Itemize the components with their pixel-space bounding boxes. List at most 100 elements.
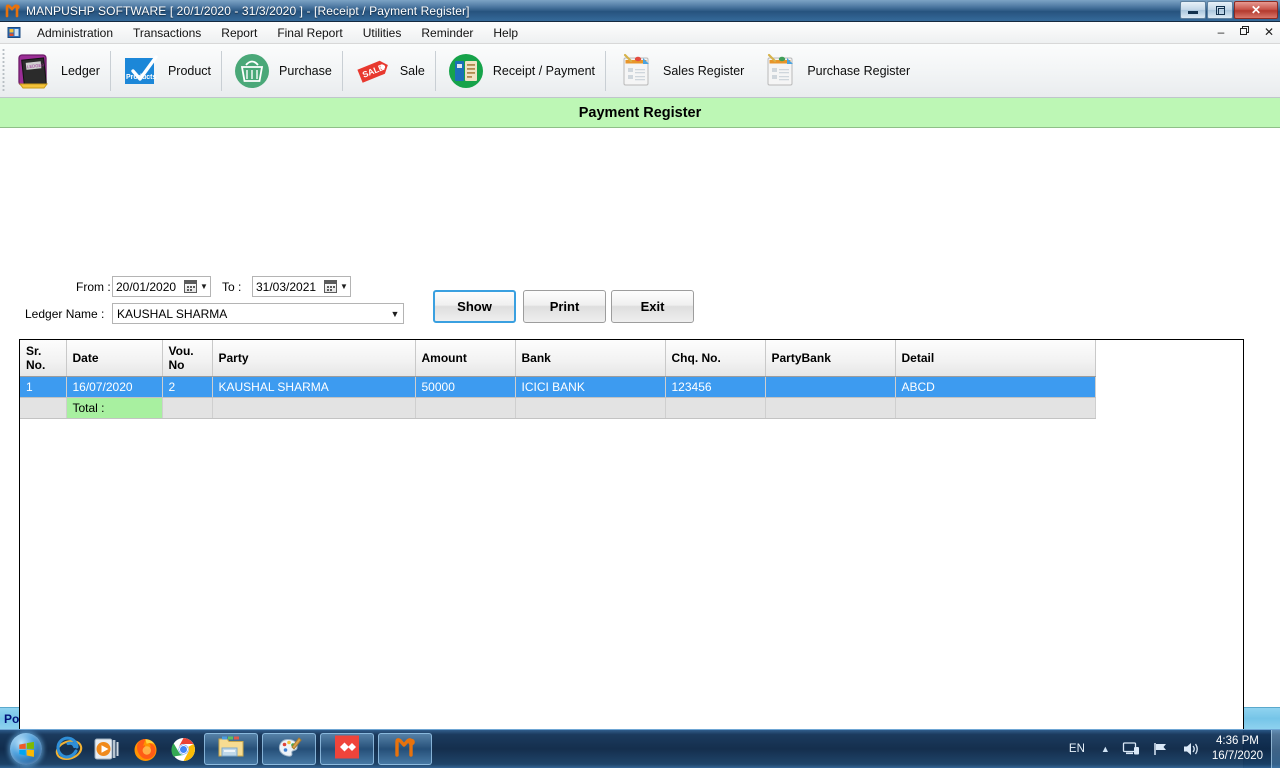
total-cell-party bbox=[212, 397, 416, 419]
toolbar-purchase[interactable]: Purchase bbox=[224, 47, 340, 95]
ledger-name-combobox[interactable]: KAUSHAL SHARMA ▼ bbox=[112, 303, 404, 324]
restore-button[interactable] bbox=[1207, 1, 1233, 19]
from-label: From : bbox=[76, 280, 111, 294]
toolbar-receipt-payment[interactable]: Receipt / Payment bbox=[438, 47, 603, 95]
action-center-flag-icon[interactable] bbox=[1152, 740, 1170, 758]
window-title: MANPUSHP SOFTWARE [ 20/1/2020 - 31/3/202… bbox=[26, 3, 470, 18]
clock-time: 4:36 PM bbox=[1216, 735, 1259, 747]
col-detail[interactable]: Detail bbox=[895, 340, 1096, 377]
chevron-down-icon[interactable]: ▼ bbox=[198, 282, 210, 291]
menu-help[interactable]: Help bbox=[483, 23, 528, 43]
cell-amount: 50000 bbox=[415, 376, 516, 398]
toolbar-separator bbox=[605, 50, 607, 91]
system-tray: EN ▲ 4:36 PM 16/7/2020 bbox=[1063, 729, 1280, 768]
show-button[interactable]: Show bbox=[433, 290, 516, 323]
paint-icon bbox=[276, 735, 302, 764]
from-date-picker[interactable]: 20/01/2020 ▼ bbox=[112, 276, 211, 297]
cell-bank: ICICI BANK bbox=[515, 376, 666, 398]
paint-window-button[interactable] bbox=[262, 733, 316, 765]
minimize-button[interactable] bbox=[1180, 1, 1206, 19]
mdi-child-controls: – ✕ bbox=[1214, 24, 1276, 40]
page-title: Payment Register bbox=[578, 104, 702, 121]
internet-explorer-icon[interactable] bbox=[53, 732, 85, 766]
menu-transactions[interactable]: Transactions bbox=[123, 23, 211, 43]
exit-button[interactable]: Exit bbox=[611, 290, 694, 323]
col-date[interactable]: Date bbox=[66, 340, 163, 377]
application-window: MANPUSHP SOFTWARE [ 20/1/2020 - 31/3/202… bbox=[0, 0, 1280, 768]
from-date-value: 20/01/2020 bbox=[116, 279, 177, 294]
manpushp-logo-icon bbox=[5, 3, 21, 19]
application-icon bbox=[7, 26, 21, 40]
col-sr-no[interactable]: Sr. No. bbox=[20, 340, 67, 377]
toolbar-separator bbox=[109, 50, 111, 91]
toolbar-sale[interactable]: SALE Sale bbox=[345, 47, 433, 95]
toolbar-ledger[interactable]: LEDGER Ledger bbox=[6, 47, 108, 95]
windows-taskbar: EN ▲ 4:36 PM 16/7/2020 bbox=[0, 729, 1280, 768]
anydesk-window-button[interactable] bbox=[320, 733, 374, 765]
google-chrome-icon[interactable] bbox=[167, 732, 199, 766]
clock[interactable]: 4:36 PM 16/7/2020 bbox=[1212, 734, 1263, 764]
total-cell-vou-no bbox=[162, 397, 213, 419]
table-header-row: Sr. No. Date Vou. No Party Amount Bank Chq… bbox=[20, 340, 1096, 377]
start-orb-icon bbox=[10, 733, 42, 765]
purchase-basket-icon bbox=[232, 51, 272, 91]
table-row[interactable]: 1 16/07/2020 2 KAUSHAL SHARMA 50000 ICIC… bbox=[20, 376, 1096, 398]
toolbar-product[interactable]: Products Product bbox=[113, 47, 219, 95]
col-amount[interactable]: Amount bbox=[415, 340, 516, 377]
start-button[interactable] bbox=[2, 731, 50, 767]
show-desktop-button[interactable] bbox=[1271, 729, 1280, 768]
col-chq-no[interactable]: Chq. No. bbox=[665, 340, 766, 377]
calendar-icon bbox=[184, 280, 197, 293]
menu-bar: Administration Transactions Report Final… bbox=[0, 22, 1280, 44]
mdi-restore-button[interactable] bbox=[1238, 24, 1252, 40]
volume-icon[interactable] bbox=[1182, 740, 1200, 758]
col-bank[interactable]: Bank bbox=[515, 340, 666, 377]
close-button[interactable]: ✕ bbox=[1234, 1, 1278, 19]
to-date-picker[interactable]: 31/03/2021 ▼ bbox=[252, 276, 351, 297]
language-indicator[interactable]: EN bbox=[1069, 743, 1085, 755]
chevron-down-icon[interactable]: ▼ bbox=[338, 282, 350, 291]
toolbar-separator bbox=[434, 50, 436, 91]
cell-vou-no: 2 bbox=[162, 376, 213, 398]
cell-date: 16/07/2020 bbox=[66, 376, 163, 398]
toolbar: LEDGER Ledger Products Product Purchase … bbox=[0, 44, 1280, 98]
manpushp-software-icon bbox=[392, 735, 418, 764]
firefox-icon[interactable] bbox=[129, 732, 161, 766]
toolbar-ledger-label: Ledger bbox=[61, 63, 100, 78]
menu-final-report[interactable]: Final Report bbox=[267, 23, 352, 43]
windows-media-player-icon[interactable] bbox=[91, 732, 123, 766]
manpushp-software-window-button[interactable] bbox=[378, 733, 432, 765]
file-explorer-window-button[interactable] bbox=[204, 733, 258, 765]
show-hidden-icons-arrow[interactable]: ▲ bbox=[1101, 744, 1110, 754]
cell-sr-no: 1 bbox=[20, 376, 67, 398]
window-controls: ✕ bbox=[1179, 1, 1278, 19]
ledger-name-value: KAUSHAL SHARMA bbox=[117, 306, 228, 321]
to-date-value: 31/03/2021 bbox=[256, 279, 317, 294]
chevron-down-icon[interactable]: ▼ bbox=[387, 309, 403, 319]
print-button[interactable]: Print bbox=[523, 290, 606, 323]
mdi-minimize-button[interactable]: – bbox=[1214, 24, 1228, 40]
cell-detail: ABCD bbox=[895, 376, 1096, 398]
menu-utilities[interactable]: Utilities bbox=[353, 23, 412, 43]
toolbar-purchase-register-label: Purchase Register bbox=[807, 63, 911, 78]
network-icon[interactable] bbox=[1122, 740, 1140, 758]
menu-reminder[interactable]: Reminder bbox=[411, 23, 483, 43]
mdi-close-button[interactable]: ✕ bbox=[1262, 24, 1276, 40]
col-party[interactable]: Party bbox=[212, 340, 416, 377]
total-label: Total : bbox=[66, 397, 163, 419]
col-partybank[interactable]: PartyBank bbox=[765, 340, 896, 377]
table-total-row[interactable]: Total : bbox=[20, 397, 1096, 419]
toolbar-sales-register-label: Sales Register bbox=[663, 63, 745, 78]
menu-report[interactable]: Report bbox=[211, 23, 267, 43]
calendar-icon bbox=[324, 280, 337, 293]
toolbar-purchase-register[interactable]: Purchase Register bbox=[752, 47, 918, 95]
menu-administration[interactable]: Administration bbox=[27, 23, 123, 43]
products-check-icon: Products bbox=[121, 51, 161, 91]
toolbar-sales-register[interactable]: Sales Register bbox=[608, 47, 752, 95]
total-cell-chq-no bbox=[665, 397, 766, 419]
payment-register-grid[interactable]: Sr. No. Date Vou. No Party Amount Bank Chq… bbox=[19, 339, 1244, 768]
total-cell-partybank bbox=[765, 397, 896, 419]
col-vou-no[interactable]: Vou. No bbox=[162, 340, 213, 377]
toolbar-receipt-payment-label: Receipt / Payment bbox=[492, 63, 596, 78]
purchase-register-icon bbox=[760, 51, 800, 91]
